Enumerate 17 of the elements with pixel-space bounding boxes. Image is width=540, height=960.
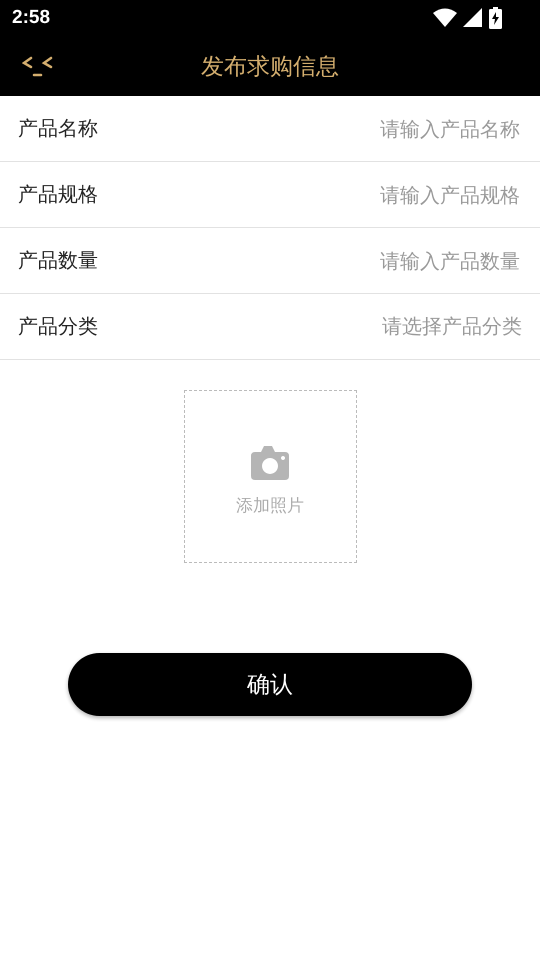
add-photo-button[interactable]: 添加照片: [184, 390, 356, 563]
back-icon[interactable]: [22, 55, 54, 77]
wifi-icon: [433, 8, 457, 28]
battery-icon: [489, 7, 502, 29]
field-label: 产品规格: [18, 181, 98, 208]
input-field[interactable]: 请输入产品规格: [302, 182, 522, 208]
page-title: 发布求购信息: [201, 52, 339, 82]
field-label: 产品分类: [18, 313, 98, 340]
signal-icon: [463, 8, 483, 28]
field-label: 产品名称: [18, 115, 98, 142]
camera-icon: [251, 446, 289, 480]
status-time: 2:58: [12, 7, 50, 29]
input-field[interactable]: 请输入产品数量: [302, 248, 522, 274]
confirm-button[interactable]: 确认: [68, 653, 472, 716]
input-field[interactable]: 请输入产品名称: [302, 116, 522, 142]
field-label: 产品数量: [18, 247, 98, 274]
category-select[interactable]: 请选择产品分类: [382, 313, 522, 340]
